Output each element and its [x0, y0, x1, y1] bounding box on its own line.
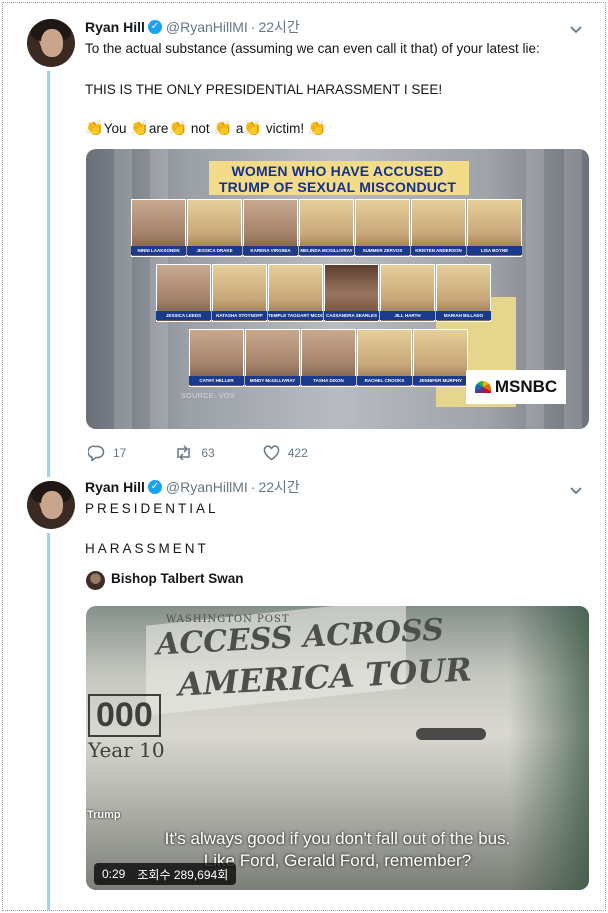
reply-icon [88, 445, 105, 461]
display-name[interactable]: Ryan Hill [85, 479, 145, 495]
like-count: 422 [287, 446, 308, 460]
accuser-name: RACHEL CROOKS [357, 376, 412, 385]
clap-word: victim! [265, 121, 305, 136]
tweet-header: Ryan Hill ✓ @RyanHillMI · 22시간 [85, 17, 300, 37]
clap-word: You [103, 121, 127, 136]
quoted-avatar[interactable] [86, 571, 105, 590]
tweet-text-line: HARASSMENT [85, 541, 209, 556]
chevron-down-icon[interactable] [569, 484, 583, 498]
quoted-author-name[interactable]: Bishop Talbert Swan [111, 571, 244, 586]
verified-badge-icon: ✓ [147, 20, 162, 34]
retweet-button[interactable]: 63 [174, 445, 215, 461]
subtitle: It's always good if you don't fall out o… [164, 829, 511, 848]
bus-number: 000 [88, 694, 161, 737]
accuser-name: TEMPLE TAGGART MCDOWELL [268, 311, 323, 320]
accuser-name: LISA BOYNE [467, 246, 522, 255]
timestamp[interactable]: 22시간 [258, 477, 299, 497]
clapping-hands-icon: 👏 [168, 120, 188, 137]
tweet-header: Ryan Hill ✓ @RyanHillMI · 22시간 [85, 477, 300, 497]
accuser-name: NATASHA STOYNOFF [212, 311, 267, 320]
accuser-name: CASSANDRA SEARLES [324, 311, 379, 320]
chevron-down-icon[interactable] [569, 23, 583, 37]
video-duration: 0:29 [102, 867, 126, 881]
accuser-name: MELINDA MCGILLIVRAY [299, 246, 354, 255]
image-headline: TRUMP OF SEXUAL MISCONDUCT [218, 179, 457, 195]
tweet-text-line: THIS IS THE ONLY PRESIDENTIAL HARASSMENT… [85, 82, 443, 97]
clapping-hands-icon: 👏 [243, 120, 263, 137]
clapping-hands-icon: 👏 [130, 120, 149, 137]
video-views: 조회수 289,694회 [137, 867, 229, 882]
clapping-hands-icon: 👏 [85, 120, 104, 137]
accuser-name: JILL HARTH [380, 311, 435, 320]
reply-button[interactable]: 17 [88, 445, 126, 461]
accuser-name: NINNI LAAKSONEN [131, 246, 186, 255]
bus-year: Year 10 [88, 738, 165, 762]
image-headline: WOMEN WHO HAVE ACCUSED [231, 163, 444, 179]
reply-count: 17 [113, 446, 127, 460]
clap-line: 👏You 👏are👏 not 👏 a👏 victim! 👏 [85, 119, 327, 137]
like-button[interactable]: 422 [263, 445, 308, 461]
timeline: Ryan Hill ✓ @RyanHillMI · 22시간 To the ac… [2, 2, 606, 911]
retweet-count: 63 [201, 446, 215, 460]
tweet-text-line: PRESIDENTIAL [85, 501, 219, 516]
separator: · [250, 479, 256, 495]
image-source: SOURCE: VOX [181, 393, 236, 400]
peacock-icon [474, 381, 491, 393]
accuser-name: JESSICA DRAKE [187, 246, 242, 255]
retweet-icon [177, 445, 191, 461]
handle[interactable]: @RyanHillMI [166, 19, 248, 35]
accuser-name: MINDY McGILLIVRAY [245, 376, 300, 385]
accuser-name: KRISTEN ANDERSON [411, 246, 466, 255]
handle[interactable]: @RyanHillMI [166, 479, 248, 495]
speaker-label: Trump [87, 809, 121, 821]
verified-badge-icon: ✓ [147, 480, 162, 494]
clap-word: not [190, 121, 210, 136]
thread-line [47, 533, 50, 910]
clap-word: are [148, 121, 169, 136]
accuser-name: JENNIFER MURPHY [413, 376, 468, 385]
avatar[interactable] [27, 19, 75, 67]
msnbc-logo: MSNBC [466, 370, 566, 404]
accuser-name: JESSICA LEEDS [156, 311, 211, 320]
video-player[interactable]: WASHINGTON POST ACCESS ACROSS AMERICA TO… [86, 606, 589, 890]
tweet-actions: 17 63 422 [88, 444, 356, 462]
accuser-name: KARENA VIRGINIA [243, 246, 298, 255]
network-name: MSNBC [494, 377, 558, 396]
accuser-name: CATHY HELLER [189, 376, 244, 385]
separator: · [250, 19, 256, 35]
accuser-name: MARIAH BILLADO [436, 311, 491, 320]
accuser-name: TASHA DIXON [301, 376, 356, 385]
thread-line [47, 71, 50, 477]
video-info-badge: 0:29 조회수 289,694회 [94, 863, 237, 885]
tweet-text-line: To the actual substance (assuming we can… [85, 41, 540, 56]
avatar[interactable] [27, 481, 75, 529]
display-name[interactable]: Ryan Hill [85, 19, 145, 35]
timestamp[interactable]: 22시간 [258, 17, 299, 37]
heart-icon [263, 445, 279, 461]
clapping-hands-icon: 👏 [213, 120, 233, 137]
accuser-name: SUMMER ZERVOS [355, 246, 410, 255]
clapping-hands-icon: 👏 [307, 120, 327, 137]
